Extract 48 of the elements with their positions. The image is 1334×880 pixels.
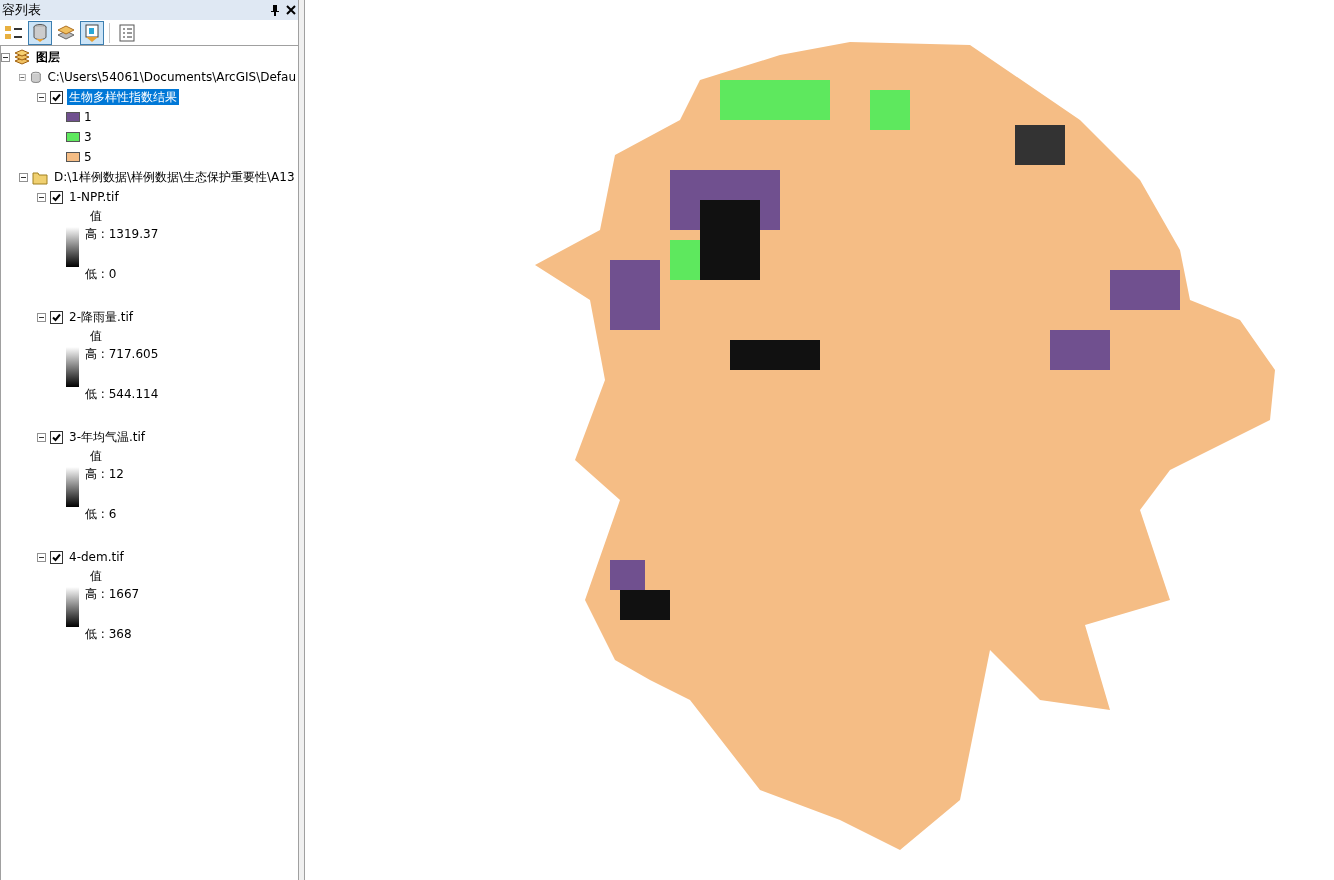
high-value-label: 高 : 1667	[85, 586, 141, 603]
group-name[interactable]: 图层	[34, 49, 62, 65]
high-value-label: 高 : 1319.37	[85, 226, 160, 243]
low-value-label: 低 : 0	[85, 266, 118, 283]
collapse-icon[interactable]	[37, 552, 46, 562]
legend-heading: 值	[89, 568, 103, 585]
legend-heading: 值	[89, 328, 103, 345]
database-button[interactable]	[28, 20, 52, 45]
layer-name[interactable]: 4-dem.tif	[67, 549, 126, 565]
data-source-path[interactable]: C:\Users\54061\Documents\ArcGIS\Defau	[45, 69, 298, 85]
panel-title: 容列表	[2, 1, 42, 20]
legend-label: 5	[84, 149, 92, 166]
legend-label: 3	[84, 129, 92, 146]
color-ramp	[66, 347, 79, 387]
collapse-icon[interactable]	[37, 312, 46, 322]
legend-heading: 值	[89, 448, 103, 465]
folder-icon	[32, 169, 48, 185]
data-source-path[interactable]: D:\1样例数据\样例数据\生态保护重要性\A13	[52, 169, 297, 185]
layers-icon	[14, 49, 30, 65]
layer-checkbox[interactable]	[50, 430, 63, 444]
collapse-icon[interactable]	[37, 92, 46, 102]
collapse-icon[interactable]	[19, 172, 28, 182]
high-value-label: 高 : 717.605	[85, 346, 160, 363]
low-value-label: 低 : 6	[85, 506, 118, 523]
map-sheet-button[interactable]	[80, 20, 104, 45]
layer-name[interactable]: 生物多样性指数结果	[67, 89, 179, 105]
layer-checkbox[interactable]	[50, 310, 63, 324]
legend-label: 1	[84, 109, 92, 126]
color-ramp	[66, 587, 79, 627]
collapse-icon[interactable]	[37, 192, 46, 202]
low-value-label: 低 : 544.114	[85, 386, 160, 403]
legend-heading: 值	[89, 208, 103, 225]
layer-name[interactable]: 2-降雨量.tif	[67, 309, 136, 325]
color-ramp	[66, 467, 79, 507]
layer-checkbox[interactable]	[50, 90, 63, 104]
layer-checkbox[interactable]	[50, 190, 63, 204]
color-ramp	[66, 227, 79, 267]
collapse-icon[interactable]	[19, 72, 26, 82]
high-value-label: 高 : 12	[85, 466, 125, 483]
layer-name[interactable]: 3-年均气温.tif	[67, 429, 148, 445]
database-icon	[29, 69, 42, 85]
collapse-icon[interactable]	[37, 432, 46, 442]
pin-icon[interactable]	[270, 4, 280, 16]
layer-checkbox[interactable]	[50, 550, 63, 564]
low-value-label: 低 : 368	[85, 626, 133, 643]
collapse-icon[interactable]	[1, 52, 10, 62]
close-icon[interactable]	[286, 5, 296, 15]
layer-name[interactable]: 1-NPP.tif	[67, 189, 121, 205]
